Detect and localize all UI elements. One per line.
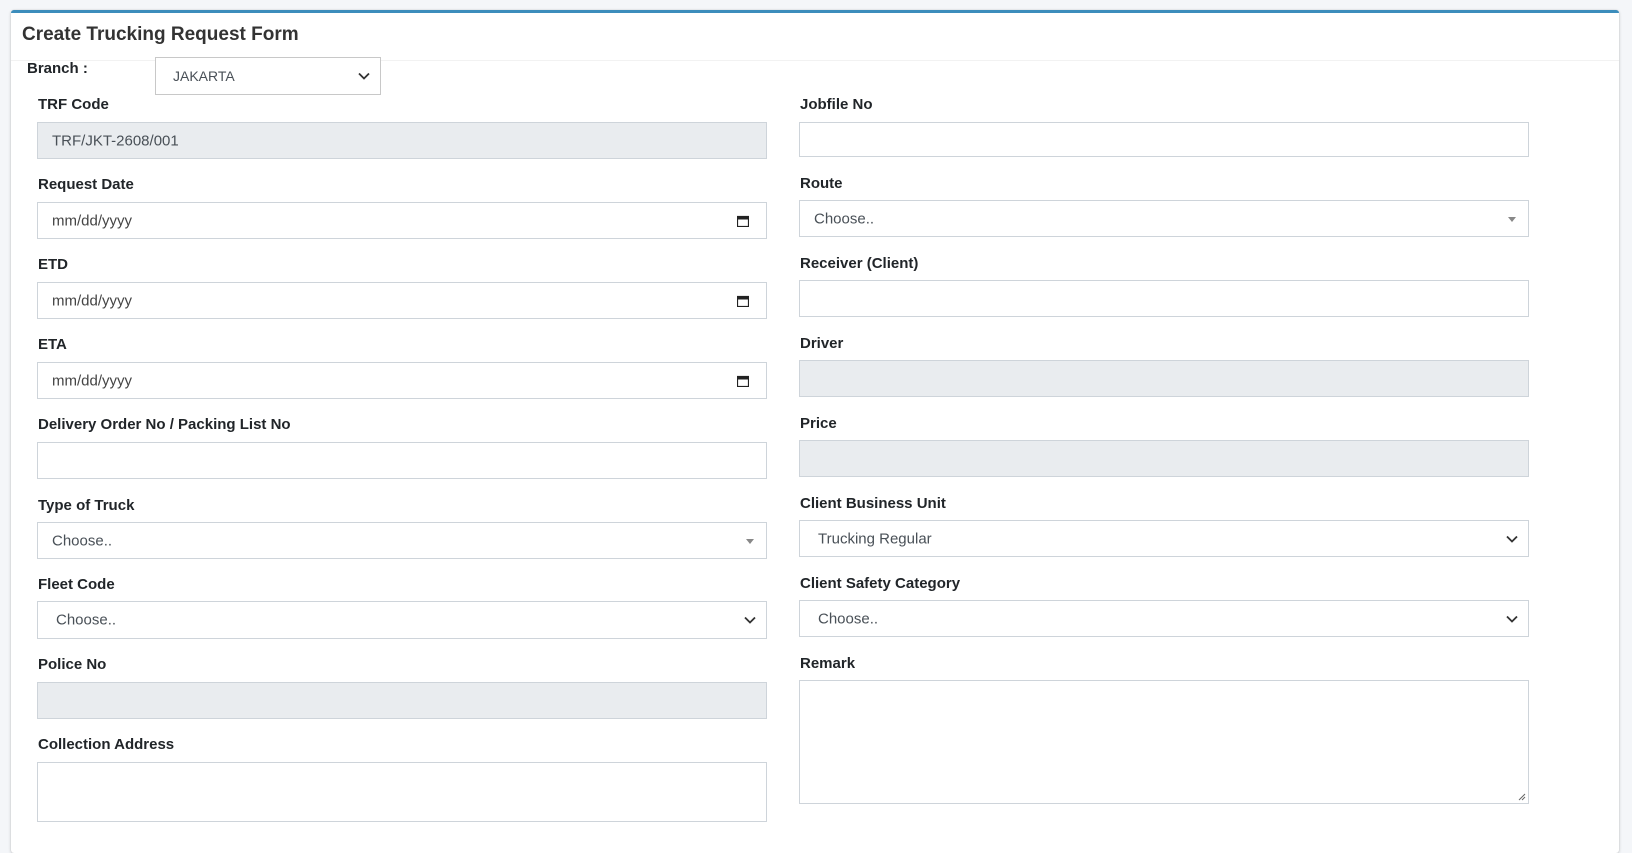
trf-code-field: TRF/JKT-2608/001 (37, 122, 767, 159)
branch-select[interactable]: JAKARTA (155, 57, 381, 95)
fleet-code-label: Fleet Code (38, 576, 115, 593)
chevron-down-icon (358, 72, 370, 80)
fleet-code-select[interactable]: Choose.. (37, 601, 767, 639)
type-of-truck-label: Type of Truck (38, 497, 135, 514)
request-date-input[interactable]: mm/dd/yyyy (37, 202, 767, 239)
price-field (799, 440, 1529, 477)
route-select[interactable]: Choose.. (799, 200, 1529, 237)
chevron-down-icon (1506, 615, 1518, 623)
calendar-icon[interactable] (737, 375, 749, 387)
receiver-input[interactable] (799, 280, 1529, 317)
branch-label: Branch : (27, 60, 88, 77)
resize-handle-icon[interactable] (1516, 791, 1526, 801)
chevron-down-icon (1506, 535, 1518, 543)
driver-label: Driver (800, 335, 844, 352)
type-of-truck-select[interactable]: Choose.. (37, 522, 767, 559)
calendar-icon[interactable] (737, 215, 749, 227)
client-safety-category-label: Client Safety Category (800, 575, 961, 592)
etd-input[interactable]: mm/dd/yyyy (37, 282, 767, 319)
remark-textarea[interactable] (799, 680, 1529, 804)
route-label: Route (800, 175, 843, 192)
eta-label: ETA (38, 336, 67, 353)
etd-label: ETD (38, 256, 68, 273)
caret-down-icon (1508, 216, 1516, 222)
receiver-label: Receiver (Client) (800, 255, 919, 272)
trf-code-label: TRF Code (38, 96, 109, 113)
client-business-unit-select[interactable]: Trucking Regular (799, 520, 1529, 557)
driver-field (799, 360, 1529, 397)
calendar-icon[interactable] (737, 295, 749, 307)
page-title: Create Trucking Request Form (22, 24, 299, 45)
police-no-field (37, 682, 767, 719)
price-label: Price (800, 415, 837, 432)
client-safety-category-select[interactable]: Choose.. (799, 600, 1529, 637)
chevron-down-icon (744, 616, 756, 624)
collection-address-input[interactable] (37, 762, 767, 822)
eta-input[interactable]: mm/dd/yyyy (37, 362, 767, 399)
police-no-label: Police No (38, 656, 107, 673)
caret-down-icon (746, 538, 754, 544)
collection-address-label: Collection Address (38, 736, 175, 753)
client-business-unit-label: Client Business Unit (800, 495, 946, 512)
request-date-label: Request Date (38, 176, 134, 193)
remark-label: Remark (800, 655, 856, 672)
jobfile-no-input[interactable] (799, 122, 1529, 157)
jobfile-no-label: Jobfile No (800, 96, 873, 113)
delivery-order-input[interactable] (37, 442, 767, 479)
delivery-order-label: Delivery Order No / Packing List No (38, 416, 291, 433)
card-header: Create Trucking Request Form (11, 13, 1619, 61)
